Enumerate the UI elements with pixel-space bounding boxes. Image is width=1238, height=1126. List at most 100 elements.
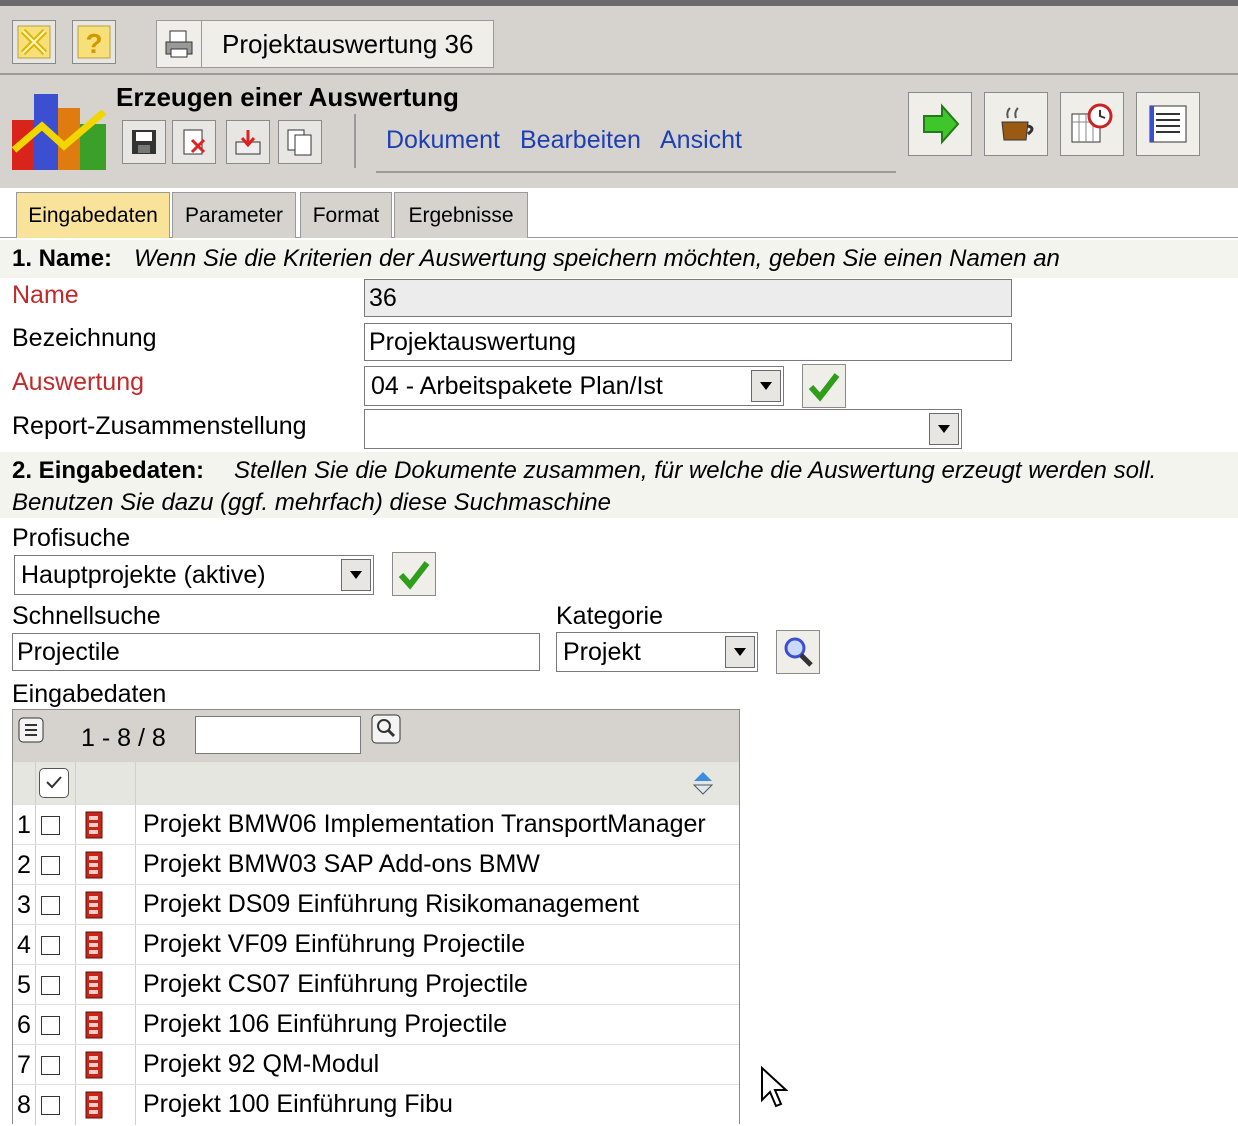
chevron-down-icon[interactable] <box>929 413 959 445</box>
name-field[interactable]: 36 <box>364 279 1012 317</box>
delete-button[interactable] <box>172 120 216 164</box>
tab-ergebnisse[interactable]: Ergebnisse <box>394 192 528 238</box>
save-button[interactable] <box>122 120 166 164</box>
import-button[interactable] <box>226 120 270 164</box>
search-button[interactable] <box>776 630 820 674</box>
chevron-down-icon[interactable] <box>341 559 371 591</box>
close-button[interactable] <box>12 20 56 64</box>
menu-ansicht[interactable]: Ansicht <box>660 126 742 155</box>
section-2-heading: 2. Eingabedaten: <box>12 457 205 484</box>
row-number: 2 <box>17 851 31 879</box>
row-checkbox[interactable] <box>41 1016 60 1035</box>
row-checkbox[interactable] <box>41 1096 60 1115</box>
grid-search-button[interactable] <box>371 714 401 744</box>
print-icon[interactable] <box>157 21 202 67</box>
project-document-icon <box>83 891 105 926</box>
checkmark-icon <box>398 561 430 590</box>
section-2-hint: Stellen Sie die Dokumente zusammen, für … <box>234 457 1157 484</box>
schnellsuche-label: Schnellsuche <box>12 602 161 630</box>
coffee-cup-icon <box>1001 107 1034 141</box>
help-button[interactable]: ? <box>72 20 116 64</box>
row-title[interactable]: Projekt DS09 Einführung Risikomanagement <box>143 890 639 919</box>
tab-eingabedaten[interactable]: Eingabedaten <box>16 192 170 238</box>
help-icon: ? <box>77 25 111 59</box>
row-number: 5 <box>17 971 31 999</box>
schnellsuche-input[interactable]: Projectile <box>12 633 540 671</box>
section-eingabedaten-header: 2. Eingabedaten: Stellen Sie die Dokumen… <box>0 452 1238 518</box>
select-all-checkbox[interactable] <box>39 768 69 798</box>
copy-button[interactable] <box>278 120 322 164</box>
row-checkbox[interactable] <box>41 816 60 835</box>
project-document-icon <box>83 851 105 886</box>
row-checkbox[interactable] <box>41 936 60 955</box>
svg-text:?: ? <box>85 28 102 59</box>
row-title[interactable]: Projekt BMW03 SAP Add-ons BMW <box>143 850 540 879</box>
row-checkbox[interactable] <box>41 896 60 915</box>
auswertung-value: 04 - Arbeitspakete Plan/Ist <box>371 371 663 400</box>
chevron-down-icon[interactable] <box>725 636 755 668</box>
delete-document-icon <box>183 129 206 155</box>
window-toolbar: ? Projektauswertung 36 <box>0 0 1238 75</box>
mouse-cursor-icon <box>761 1066 788 1108</box>
row-number: 1 <box>17 811 31 839</box>
row-title[interactable]: Projekt 100 Einführung Fibu <box>143 1090 453 1119</box>
auswertung-select[interactable]: 04 - Arbeitspakete Plan/Ist <box>364 366 784 406</box>
profisuche-apply-button[interactable] <box>392 552 436 596</box>
bezeichnung-field[interactable]: Projektauswertung <box>364 323 1012 361</box>
profisuche-select[interactable]: Hauptprojekte (aktive) <box>14 555 374 595</box>
menu-underline <box>376 171 896 173</box>
section-name-header: 1. Name: Wenn Sie die Kriterien der Ausw… <box>0 240 1238 278</box>
grid-header <box>13 762 739 804</box>
report-label: Report-Zusammenstellung <box>12 412 307 440</box>
row-number: 3 <box>17 891 31 919</box>
bezeichnung-label: Bezeichnung <box>12 324 157 352</box>
arrow-right-icon <box>923 103 960 145</box>
list-menu-icon <box>18 717 44 743</box>
schedule-button[interactable] <box>1060 92 1124 156</box>
list-view-button[interactable] <box>1136 92 1200 156</box>
row-title[interactable]: Projekt VF09 Einführung Projectile <box>143 930 525 959</box>
list-icon <box>1149 105 1187 143</box>
table-row[interactable]: 4 Projekt VF09 Einführung Projectile <box>13 924 739 965</box>
menu-bearbeiten[interactable]: Bearbeiten <box>520 126 641 155</box>
row-title[interactable]: Projekt BMW06 Implementation TransportMa… <box>143 810 706 839</box>
grid-menu-button[interactable] <box>17 716 47 746</box>
kategorie-select[interactable]: Projekt <box>556 632 758 672</box>
row-number: 4 <box>17 931 31 959</box>
row-checkbox[interactable] <box>41 1056 60 1075</box>
table-row[interactable]: 8 Projekt 100 Einführung Fibu <box>13 1084 739 1125</box>
report-select[interactable] <box>364 409 962 449</box>
inbox-import-icon <box>235 130 261 155</box>
pause-button[interactable] <box>984 92 1048 156</box>
chevron-down-icon[interactable] <box>751 370 781 402</box>
auswertung-apply-button[interactable] <box>802 364 846 408</box>
table-row[interactable]: 7 Projekt 92 QM-Modul <box>13 1044 739 1085</box>
tab-format[interactable]: Format <box>300 192 392 238</box>
table-row[interactable]: 3 Projekt DS09 Einführung Risikomanagemen… <box>13 884 739 925</box>
table-row[interactable]: 6 Projekt 106 Einführung Projectile <box>13 1004 739 1045</box>
profisuche-label: Profisuche <box>12 524 131 552</box>
row-title[interactable]: Projekt 106 Einführung Projectile <box>143 1010 507 1039</box>
auswertung-label: Auswertung <box>12 368 145 396</box>
table-row[interactable]: 1 Projekt BMW06 Implementation TransportM… <box>13 804 739 845</box>
section-1-hint: Wenn Sie die Kriterien der Auswertung sp… <box>134 245 1060 272</box>
kategorie-label: Kategorie <box>556 602 664 630</box>
tab-parameter[interactable]: Parameter <box>172 192 296 238</box>
row-title[interactable]: Projekt CS07 Einführung Projectile <box>143 970 528 999</box>
row-checkbox[interactable] <box>41 856 60 875</box>
search-icon <box>784 637 813 667</box>
save-icon <box>132 130 156 154</box>
grid-filter-input[interactable] <box>195 716 361 754</box>
document-tab[interactable]: Projektauswertung 36 <box>156 20 494 68</box>
run-button[interactable] <box>908 92 972 156</box>
sort-button[interactable] <box>691 770 715 801</box>
row-number: 7 <box>17 1051 31 1079</box>
report-chart-icon <box>12 94 107 170</box>
project-document-icon <box>83 971 105 1006</box>
table-row[interactable]: 2 Projekt BMW03 SAP Add-ons BMW <box>13 844 739 885</box>
copy-icon <box>287 129 312 156</box>
row-title[interactable]: Projekt 92 QM-Modul <box>143 1050 379 1079</box>
table-row[interactable]: 5 Projekt CS07 Einführung Projectile <box>13 964 739 1005</box>
menu-dokument[interactable]: Dokument <box>386 126 500 155</box>
row-checkbox[interactable] <box>41 976 60 995</box>
